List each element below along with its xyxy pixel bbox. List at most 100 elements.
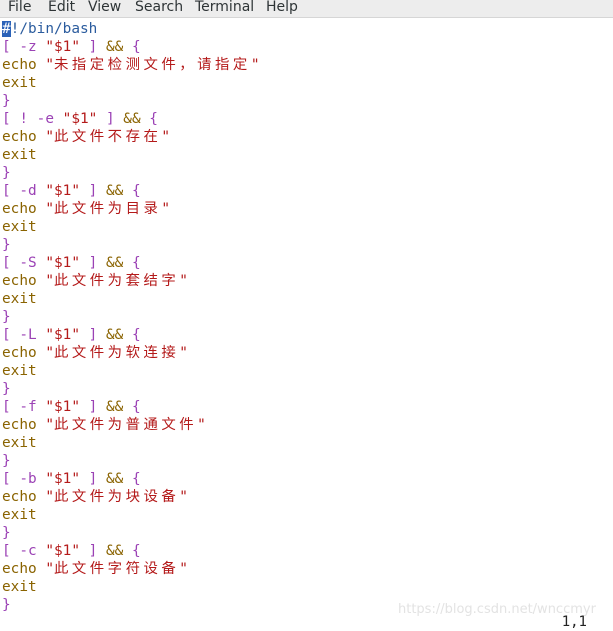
code-line: exit <box>2 218 37 236</box>
shebang-token: !/bin/bash <box>10 21 98 37</box>
keyword-token: echo <box>2 417 46 433</box>
menu-help[interactable]: Help <box>266 0 298 17</box>
operator-token: } <box>2 453 11 469</box>
keyword-token: exit <box>2 507 37 523</box>
keyword-token: && <box>114 111 150 127</box>
string-token: " <box>45 129 54 145</box>
keyword-token: && <box>97 471 132 487</box>
operator-token: [ -f <box>2 399 46 415</box>
operator-token: { <box>149 111 158 127</box>
keyword-token: && <box>97 183 132 199</box>
code-line: exit <box>2 290 37 308</box>
code-line: echo "此文件为套结字" <box>2 272 188 290</box>
code-line: [ -f "$1" ] && { <box>2 398 141 416</box>
keyword-token: echo <box>2 561 46 577</box>
vim-editor[interactable]: #!/bin/bash[ -z "$1" ] && {echo "未指定检测文件… <box>0 20 613 631</box>
keyword-token: exit <box>2 363 37 379</box>
code-line: echo "此文件为块设备" <box>2 488 188 506</box>
operator-token: [ ! -e <box>2 111 63 127</box>
code-line: echo "此文件字符设备" <box>2 560 188 578</box>
message-text: 此文件为套结字 <box>54 273 180 289</box>
code-line: [ -L "$1" ] && { <box>2 326 141 344</box>
code-line: [ -b "$1" ] && { <box>2 470 141 488</box>
message-text: 未指定检测文件，请指定 <box>54 57 251 73</box>
string-token: " <box>179 273 188 289</box>
operator-token: [ -b <box>2 471 46 487</box>
menu-edit[interactable]: Edit <box>48 0 75 17</box>
message-text: 此文件字符设备 <box>54 561 180 577</box>
string-token: " <box>45 561 54 577</box>
code-line: } <box>2 452 11 470</box>
string-token: " <box>45 273 54 289</box>
operator-token: ] <box>79 183 98 199</box>
message-text: 此文件不存在 <box>54 129 162 145</box>
operator-token: ] <box>79 543 98 559</box>
menu-view[interactable]: View <box>88 0 121 17</box>
code-line: echo "此文件为软连接" <box>2 344 188 362</box>
operator-token: { <box>131 543 141 559</box>
code-line: exit <box>2 146 37 164</box>
string-token: " <box>161 129 171 145</box>
operator-token: } <box>2 381 11 397</box>
code-line: [ -S "$1" ] && { <box>2 254 141 272</box>
cursor: # <box>2 21 11 37</box>
string-token: "$1" <box>45 183 80 199</box>
keyword-token: && <box>97 327 132 343</box>
string-token: "$1" <box>45 327 80 343</box>
string-token: "$1" <box>62 111 98 127</box>
code-line: [ -c "$1" ] && { <box>2 542 141 560</box>
code-line: } <box>2 308 11 326</box>
string-token: "$1" <box>45 399 80 415</box>
keyword-token: && <box>97 39 132 55</box>
keyword-token: exit <box>2 75 37 91</box>
keyword-token: exit <box>2 579 37 595</box>
operator-token: } <box>2 525 11 541</box>
code-line: echo "此文件不存在" <box>2 128 170 146</box>
string-token: " <box>45 417 54 433</box>
message-text: 此文件为软连接 <box>54 345 180 361</box>
menu-terminal[interactable]: Terminal <box>195 0 254 17</box>
operator-token: } <box>2 597 11 613</box>
code-line: } <box>2 92 11 110</box>
code-line: } <box>2 596 11 614</box>
message-text: 此文件为普通文件 <box>54 417 198 433</box>
code-line: } <box>2 164 11 182</box>
operator-token: [ -L <box>2 327 46 343</box>
string-token: " <box>161 201 171 217</box>
watermark: https://blog.csdn.net/wnccmyr <box>398 602 596 617</box>
code-line: echo "此文件为普通文件" <box>2 416 206 434</box>
keyword-token: && <box>97 255 132 271</box>
operator-token: ] <box>79 471 98 487</box>
keyword-token: echo <box>2 345 46 361</box>
operator-token: } <box>2 237 11 253</box>
code-line: #!/bin/bash <box>2 20 97 38</box>
code-line: echo "未指定检测文件，请指定" <box>2 56 259 74</box>
code-line: [ -z "$1" ] && { <box>2 38 141 56</box>
string-token: " <box>45 57 54 73</box>
keyword-token: echo <box>2 489 46 505</box>
keyword-token: exit <box>2 291 37 307</box>
menu-file[interactable]: File <box>8 0 31 17</box>
message-text: 此文件为目录 <box>54 201 162 217</box>
string-token: " <box>179 489 188 505</box>
operator-token: ] <box>79 255 98 271</box>
string-token: " <box>250 57 260 73</box>
operator-token: [ -d <box>2 183 46 199</box>
operator-token: } <box>2 165 11 181</box>
code-line: } <box>2 236 11 254</box>
menu-search[interactable]: Search <box>135 0 183 17</box>
code-line: echo "此文件为目录" <box>2 200 170 218</box>
operator-token: { <box>131 327 141 343</box>
code-line: [ ! -e "$1" ] && { <box>2 110 158 128</box>
operator-token: ] <box>79 399 98 415</box>
operator-token: { <box>131 255 141 271</box>
string-token: "$1" <box>45 39 80 55</box>
code-line: [ -d "$1" ] && { <box>2 182 141 200</box>
string-token: " <box>45 489 54 505</box>
operator-token: { <box>131 471 141 487</box>
keyword-token: && <box>97 543 132 559</box>
operator-token: ] <box>97 111 115 127</box>
string-token: " <box>197 417 206 433</box>
operator-token: [ -S <box>2 255 46 271</box>
keyword-token: && <box>97 399 132 415</box>
